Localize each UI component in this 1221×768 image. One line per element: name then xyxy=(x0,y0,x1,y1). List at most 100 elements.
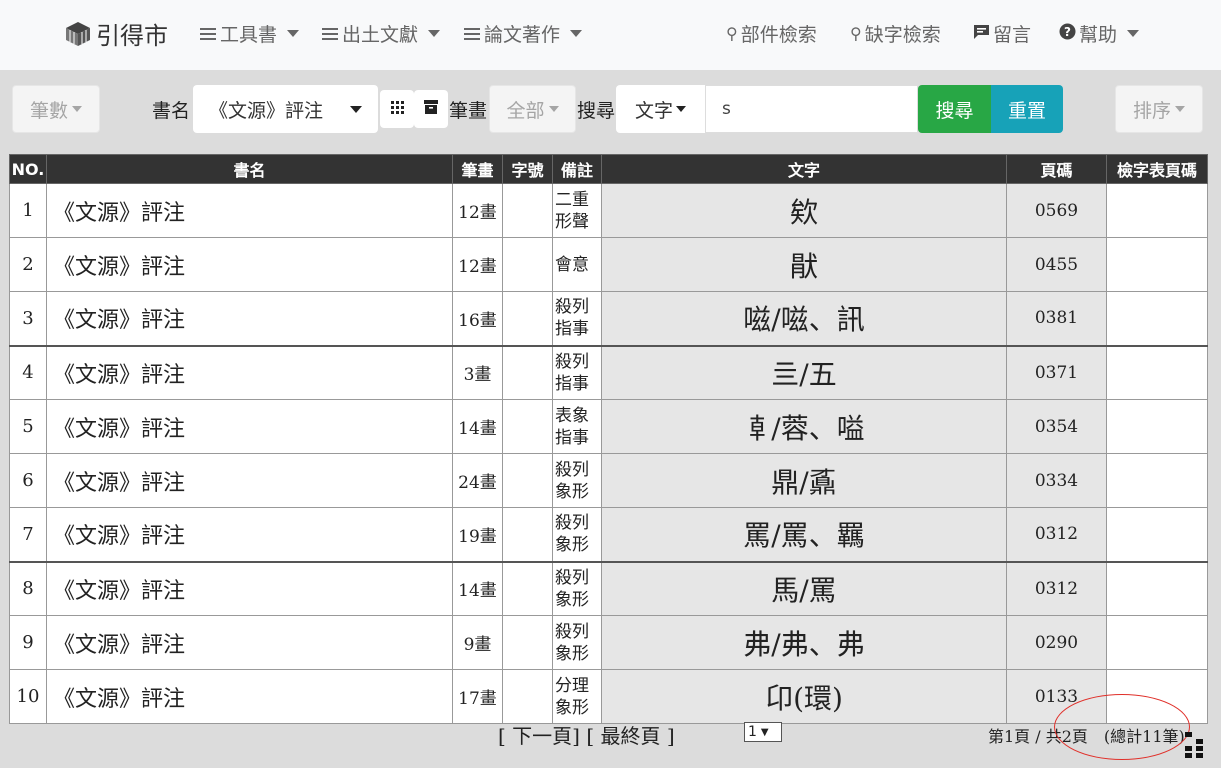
table-row[interactable]: 7 《文源》評注 19畫 殺列 象形 罵/罵、羈 0312 xyxy=(9,507,1208,563)
note-line-1: 殺列 xyxy=(555,351,589,372)
cell-no: 6 xyxy=(9,453,47,508)
cell-book: 《文源》評注 xyxy=(46,291,453,347)
strokes-dropdown-button[interactable]: 筆數 xyxy=(12,85,100,133)
col-header-book[interactable]: 書名 xyxy=(46,154,453,184)
col-header-char[interactable]: 文字 xyxy=(601,154,1007,184)
table-row[interactable]: 4 《文源》評注 3畫 殺列 指事 亖/五 0371 xyxy=(9,345,1208,400)
missing-char-search-link[interactable]: ⚲ 缺字檢索 xyxy=(850,20,941,47)
menu-excavated[interactable]: 出土文獻 xyxy=(322,20,441,47)
caret-down-icon xyxy=(1127,30,1140,37)
cell-index-page xyxy=(1106,399,1208,454)
cell-note: 分理 象形 xyxy=(552,669,602,724)
cell-no: 9 xyxy=(9,615,47,670)
note-line-1: 殺列 xyxy=(555,297,589,318)
cell-note: 殺列 象形 xyxy=(552,561,602,616)
cell-page: 0371 xyxy=(1006,345,1107,400)
note-line-2: 指事 xyxy=(555,373,589,394)
cell-page: 0569 xyxy=(1006,183,1107,238)
cell-char: 𠦝/蓉、嗌 xyxy=(601,399,1007,454)
cell-book: 《文源》評注 xyxy=(46,561,453,616)
cell-index-page xyxy=(1106,183,1208,238)
note-line-2: 指事 xyxy=(555,427,589,448)
cell-index-page xyxy=(1106,561,1208,616)
cell-note: 表象 指事 xyxy=(552,399,602,454)
menu-tools[interactable]: 工具書 xyxy=(200,20,300,47)
brand[interactable]: 引得市 xyxy=(64,16,168,51)
sort-dropdown-button[interactable]: 排序 xyxy=(1115,85,1203,133)
grid-view-button[interactable] xyxy=(380,90,414,128)
table-row[interactable]: 2 《文源》評注 12畫 會意猒 0455 xyxy=(9,237,1208,292)
grip-icon[interactable] xyxy=(1185,732,1203,758)
menu-papers[interactable]: 論文著作 xyxy=(464,20,583,47)
cell-strokes: 14畫 xyxy=(452,561,503,616)
component-search-link[interactable]: ⚲ 部件檢索 xyxy=(726,20,817,47)
stroke-label: 筆畫 xyxy=(449,100,488,122)
table-row[interactable]: 1 《文源》評注 12畫 二重 形聲欸 0569 xyxy=(9,183,1208,238)
cell-no: 5 xyxy=(9,399,47,454)
search-label: 搜尋 xyxy=(577,100,616,122)
col-header-page[interactable]: 頁碼 xyxy=(1006,154,1107,184)
cell-page: 0354 xyxy=(1006,399,1107,454)
cell-strokes: 3畫 xyxy=(452,345,503,400)
book-select[interactable]: 《文源》評注 xyxy=(193,85,378,133)
cell-page: 0290 xyxy=(1006,615,1107,670)
table-row[interactable]: 8 《文源》評注 14畫 殺列 象形 馬/罵 0312 xyxy=(9,561,1208,616)
cell-page: 0312 xyxy=(1006,561,1107,616)
table-row[interactable]: 5 《文源》評注 14畫 表象 指事 𠦝/蓉、嗌 0354 xyxy=(9,399,1208,454)
col-header-index-page[interactable]: 檢字表頁碼 xyxy=(1106,154,1208,184)
archive-button[interactable] xyxy=(414,90,448,128)
stroke-dropdown-button[interactable]: 全部 xyxy=(489,85,576,133)
cell-char: 欸 xyxy=(601,183,1007,238)
cell-book: 《文源》評注 xyxy=(46,237,453,292)
col-header-strokes[interactable]: 筆畫 xyxy=(452,154,503,184)
table-row[interactable]: 3 《文源》評注 16畫 殺列 指事 嗞/嗞、訊 0381 xyxy=(9,291,1208,347)
caret-down-icon xyxy=(287,30,300,37)
col-header-note[interactable]: 備註 xyxy=(552,154,602,184)
table-row[interactable]: 10 《文源》評注 17畫 分理 象形 卬(環) 0133 xyxy=(9,669,1208,724)
help-menu[interactable]: ? 幫助 xyxy=(1059,20,1140,47)
search-type-dropdown[interactable]: 文字 xyxy=(616,85,705,133)
cube-logo-icon xyxy=(64,20,92,48)
cell-no: 3 xyxy=(9,291,47,347)
cell-char: 馬/罵 xyxy=(601,561,1007,616)
message-link[interactable]: 留言 xyxy=(973,20,1031,47)
note-line-1: 表象 xyxy=(555,405,589,426)
question-icon: ? xyxy=(1059,23,1076,44)
cell-strokes: 16畫 xyxy=(452,291,503,347)
note-line-1: 殺列 xyxy=(555,621,589,642)
cell-code xyxy=(502,507,553,563)
cell-index-page xyxy=(1106,291,1208,347)
note-line-1: 二重 xyxy=(555,189,589,210)
search-button[interactable]: 搜尋 xyxy=(918,85,991,133)
cell-book: 《文源》評注 xyxy=(46,669,453,724)
col-header-no[interactable]: NO. xyxy=(9,154,47,184)
reset-button[interactable]: 重置 xyxy=(991,85,1063,133)
cell-strokes: 17畫 xyxy=(452,669,503,724)
page-select[interactable]: 1 ▼ xyxy=(744,722,782,742)
note-line-2: 象形 xyxy=(555,589,589,610)
cell-no: 4 xyxy=(9,345,47,400)
table-row[interactable]: 9 《文源》評注 9畫 殺列 象形 弗/弗、弗 0290 xyxy=(9,615,1208,670)
next-page-link[interactable]: [ 下一頁] xyxy=(498,724,580,748)
cell-note: 殺列 指事 xyxy=(552,291,602,347)
search-input[interactable] xyxy=(705,85,918,133)
cell-page: 0381 xyxy=(1006,291,1107,347)
cell-book: 《文源》評注 xyxy=(46,183,453,238)
wrench-search-icon: ⚲ xyxy=(850,24,862,43)
cell-code xyxy=(502,669,553,724)
chevron-down-icon: ▼ xyxy=(760,726,769,738)
caret-down-icon xyxy=(1175,106,1185,112)
cell-no: 7 xyxy=(9,507,47,563)
cell-code xyxy=(502,237,553,292)
cell-note: 會意 xyxy=(552,237,602,292)
note-line-1: 殺列 xyxy=(555,513,589,534)
col-header-code[interactable]: 字號 xyxy=(502,154,553,184)
table-row[interactable]: 6 《文源》評注 24畫 殺列 象形 鼎/鼒 0334 xyxy=(9,453,1208,508)
table-header-row: NO. 書名 筆畫 字號 備註 文字 頁碼 檢字表頁碼 xyxy=(9,154,1208,184)
cell-index-page xyxy=(1106,507,1208,563)
annotation-circle xyxy=(1054,694,1190,760)
cell-strokes: 12畫 xyxy=(452,237,503,292)
cell-no: 1 xyxy=(9,183,47,238)
last-page-link[interactable]: [ 最終頁 ] xyxy=(586,724,674,748)
comment-icon xyxy=(973,24,990,44)
